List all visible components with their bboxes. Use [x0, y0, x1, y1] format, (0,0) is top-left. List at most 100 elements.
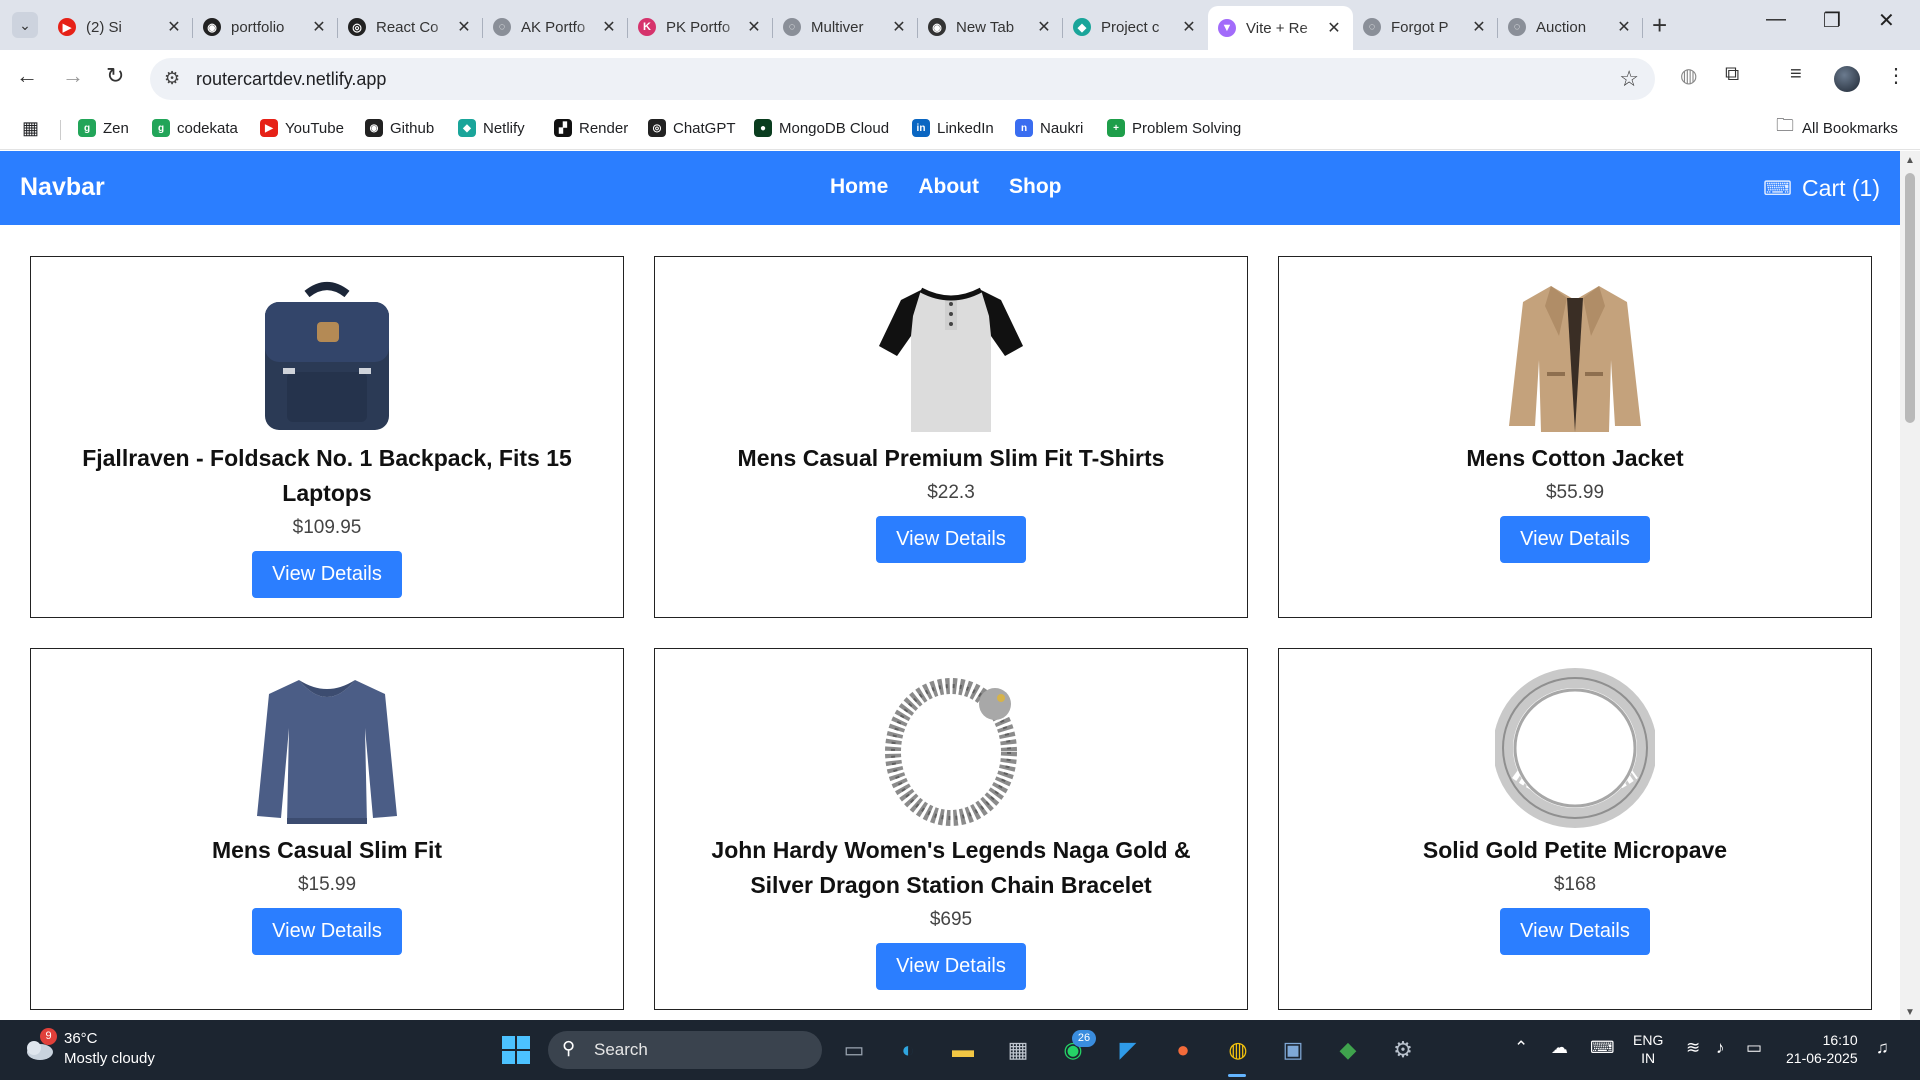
browser-tab[interactable]: ◌ Forgot P ✕ [1353, 8, 1498, 46]
close-window-icon[interactable]: ✕ [1878, 8, 1895, 33]
view-details-button[interactable]: View Details [876, 943, 1026, 990]
scroll-thumb[interactable] [1905, 173, 1915, 423]
tab-close-icon[interactable]: ✕ [165, 17, 183, 37]
bookmark-item[interactable]: g Zen [78, 116, 129, 140]
browser-tab[interactable]: ▼ Vite + Re ✕ [1208, 6, 1353, 50]
cart-label: Cart (1) [1802, 175, 1880, 201]
view-details-button[interactable]: View Details [1500, 516, 1650, 563]
bookmark-favicon-icon: ◎ [648, 119, 666, 137]
tab-title: Forgot P [1391, 18, 1449, 36]
reload-icon[interactable]: ↻ [106, 63, 124, 89]
file-explorer-icon[interactable]: ▬ [947, 1034, 979, 1066]
bookmark-item[interactable]: ▶ YouTube [260, 116, 344, 140]
bookmark-item[interactable]: ◎ ChatGPT [648, 116, 736, 140]
vscode-icon[interactable]: ◤ [1112, 1034, 1144, 1066]
browser-tab[interactable]: ◎ React Co ✕ [338, 8, 483, 46]
tab-close-icon[interactable]: ✕ [745, 17, 763, 37]
new-tab-icon[interactable]: + [1652, 10, 1667, 41]
taskbar-search[interactable]: ⚲ Search [548, 1031, 822, 1069]
language-indicator[interactable]: ENG IN [1633, 1031, 1663, 1067]
profile-avatar[interactable] [1834, 66, 1860, 92]
edge-icon[interactable]: ◐ [892, 1034, 924, 1066]
bookmark-item[interactable]: + Problem Solving [1107, 116, 1241, 140]
tab-close-icon[interactable]: ✕ [890, 17, 908, 37]
onedrive-icon[interactable]: ☁ [1551, 1038, 1568, 1058]
tab-close-icon[interactable]: ✕ [1615, 17, 1633, 37]
tab-close-icon[interactable]: ✕ [1470, 17, 1488, 37]
bookmark-label: LinkedIn [937, 119, 994, 137]
bookmark-item[interactable]: ◆ Netlify [458, 116, 525, 140]
browser-tab[interactable]: ◉ portfolio ✕ [193, 8, 338, 46]
product-name: Fjallraven - Foldsack No. 1 Backpack, Fi… [82, 445, 572, 506]
address-bar[interactable]: ⚙ routercartdev.netlify.app ☆ [150, 58, 1655, 100]
cart-link[interactable]: ⌨ Cart (1) [1763, 175, 1880, 202]
view-details-button[interactable]: View Details [876, 516, 1026, 563]
all-bookmarks-button[interactable]: 🗀 All Bookmarks [1776, 115, 1898, 140]
minimize-icon[interactable]: — [1766, 8, 1786, 31]
nav-about-link[interactable]: About [918, 175, 979, 199]
tab-close-icon[interactable]: ✕ [310, 17, 328, 37]
browser-tab[interactable]: ◌ AK Portfo ✕ [483, 8, 628, 46]
bookmark-item[interactable]: in LinkedIn [912, 116, 994, 140]
calculator-icon[interactable]: ▦ [1002, 1034, 1034, 1066]
all-bookmarks-label: All Bookmarks [1802, 119, 1898, 137]
extension-icon[interactable]: ◍ [1680, 63, 1697, 88]
browser-tab[interactable]: ◌ Auction ✕ [1498, 8, 1643, 46]
task-view-icon[interactable]: ▭ [838, 1034, 870, 1066]
temperature-text[interactable]: 36°C [64, 1030, 98, 1047]
bookmark-item[interactable]: g codekata [152, 116, 238, 140]
bookmark-item[interactable]: n Naukri [1015, 116, 1083, 140]
browser-tab[interactable]: K PK Portfo ✕ [628, 8, 773, 46]
back-icon[interactable]: ← [16, 63, 38, 89]
keyboard-icon[interactable]: ⌨ [1590, 1038, 1615, 1058]
navbar-brand[interactable]: Navbar [20, 173, 105, 202]
wifi-icon[interactable]: ≋ [1686, 1038, 1700, 1058]
nav-home-link[interactable]: Home [830, 175, 888, 199]
bookmark-item[interactable]: ▞ Render [554, 116, 628, 140]
scroll-down-icon[interactable]: ▼ [1905, 1007, 1915, 1018]
settings-gear-icon[interactable]: ⚙ [1387, 1034, 1419, 1066]
volume-icon[interactable]: ♪ [1716, 1038, 1725, 1058]
apps-grid-icon[interactable]: ▦ [22, 116, 39, 140]
weather-condition[interactable]: Mostly cloudy [64, 1050, 155, 1067]
notification-bell-icon[interactable]: ♫ [1876, 1038, 1889, 1058]
site-info-icon[interactable]: ⚙ [164, 68, 180, 89]
windows-start-icon[interactable] [500, 1034, 532, 1066]
tab-close-icon[interactable]: ✕ [1325, 18, 1343, 38]
bookmark-favicon-icon: + [1107, 119, 1125, 137]
view-details-button[interactable]: View Details [1500, 908, 1650, 955]
bookmark-item[interactable]: ● MongoDB Cloud [754, 116, 889, 140]
terminal-icon[interactable]: ▣ [1277, 1034, 1309, 1066]
tab-title: New Tab [956, 18, 1015, 36]
forward-icon[interactable]: → [62, 63, 84, 89]
extensions-puzzle-icon[interactable]: ⧉ [1725, 63, 1739, 86]
view-details-button[interactable]: View Details [252, 551, 402, 598]
url-text[interactable]: routercartdev.netlify.app [196, 69, 386, 90]
browser-menu-icon[interactable]: ⋮ [1886, 63, 1906, 88]
bookmark-item[interactable]: ◉ Github [365, 116, 434, 140]
page-scrollbar[interactable]: ▲ ▼ [1900, 151, 1920, 1020]
show-hidden-icons-icon[interactable]: ⌃ [1514, 1038, 1528, 1058]
chrome-icon[interactable]: ◍ [1222, 1034, 1254, 1066]
media-control-icon[interactable]: ≡ [1790, 63, 1802, 86]
scroll-up-icon[interactable]: ▲ [1905, 155, 1915, 166]
tab-close-icon[interactable]: ✕ [1180, 17, 1198, 37]
mongodb-compass-icon[interactable]: ◆ [1332, 1034, 1364, 1066]
bookmark-star-icon[interactable]: ☆ [1619, 66, 1639, 92]
tab-close-icon[interactable]: ✕ [600, 17, 618, 37]
restore-icon[interactable]: ❐ [1823, 8, 1841, 33]
view-details-button[interactable]: View Details [252, 908, 402, 955]
browser-tab[interactable]: ◌ Multiver ✕ [773, 8, 918, 46]
browser-tab[interactable]: ◉ New Tab ✕ [918, 8, 1063, 46]
browser-tab[interactable]: ▶ (2) Si ✕ [48, 8, 193, 46]
product-image-ring [1495, 668, 1655, 828]
postman-icon[interactable]: ● [1167, 1034, 1199, 1066]
battery-icon[interactable]: ▭ [1746, 1038, 1762, 1058]
app-navbar: Navbar Home About Shop ⌨ Cart (1) [0, 151, 1900, 225]
browser-tab[interactable]: ◆ Project c ✕ [1063, 8, 1208, 46]
tab-close-icon[interactable]: ✕ [455, 17, 473, 37]
tab-search-icon[interactable]: ⌄ [12, 12, 38, 38]
nav-shop-link[interactable]: Shop [1009, 175, 1062, 199]
system-clock[interactable]: 16:10 21-06-2025 [1786, 1031, 1858, 1067]
tab-close-icon[interactable]: ✕ [1035, 17, 1053, 37]
